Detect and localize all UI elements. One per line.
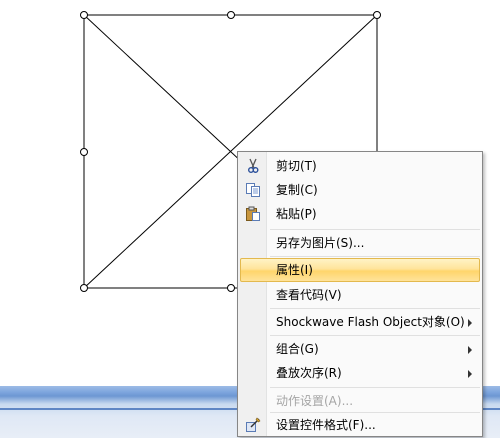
resize-handle-top[interactable] [227, 11, 235, 19]
menu-item-label: 叠放次序(R) [276, 366, 342, 380]
menu-separator [270, 256, 480, 257]
resize-handle-left[interactable] [80, 148, 88, 156]
menu-item-cut[interactable]: 剪切(T) [240, 154, 480, 178]
menu-separator [270, 308, 480, 309]
menu-item-view-code[interactable]: 查看代码(V) [240, 283, 480, 307]
menu-item-flash-object[interactable]: Shockwave Flash Object对象(O) [240, 310, 480, 334]
menu-item-properties[interactable]: 属性(I) [240, 258, 480, 282]
menu-item-label: 复制(C) [276, 183, 318, 197]
menu-item-label: 查看代码(V) [276, 288, 342, 302]
menu-item-format-control[interactable]: 设置控件格式(F)... [240, 413, 480, 437]
submenu-arrow-icon [468, 370, 472, 378]
context-menu: 剪切(T) 复制(C) 粘贴(P) 另存为图片(S)... 属性(I) 查看代码… [237, 151, 483, 437]
menu-item-label: 另存为图片(S)... [276, 236, 365, 250]
copy-icon [246, 183, 260, 197]
menu-item-paste[interactable]: 粘贴(P) [240, 202, 480, 226]
menu-item-group[interactable]: 组合(G) [240, 337, 480, 361]
menu-separator [270, 387, 480, 388]
menu-separator [270, 335, 480, 336]
menu-item-label: 设置控件格式(F)... [276, 418, 376, 432]
menu-separator [270, 229, 480, 230]
menu-item-label: Shockwave Flash Object对象(O) [276, 315, 465, 329]
format-control-icon [246, 417, 261, 432]
submenu-arrow-icon [468, 319, 472, 327]
menu-item-label: 粘贴(P) [276, 207, 317, 221]
submenu-arrow-icon [468, 346, 472, 354]
resize-handle-top-right[interactable] [373, 11, 381, 19]
resize-handle-bottom-left[interactable] [80, 284, 88, 292]
menu-item-copy[interactable]: 复制(C) [240, 178, 480, 202]
resize-handle-top-left[interactable] [80, 11, 88, 19]
menu-item-label: 动作设置(A)... [276, 394, 354, 408]
scissors-icon [248, 158, 259, 173]
menu-item-label: 剪切(T) [276, 159, 317, 173]
paste-icon [246, 206, 260, 221]
menu-item-action-settings: 动作设置(A)... [240, 389, 480, 413]
resize-handle-bottom[interactable] [227, 284, 235, 292]
menu-item-order[interactable]: 叠放次序(R) [240, 361, 480, 385]
menu-item-label: 属性(I) [276, 263, 313, 277]
menu-item-label: 组合(G) [276, 342, 319, 356]
menu-item-save-as-picture[interactable]: 另存为图片(S)... [240, 231, 480, 255]
